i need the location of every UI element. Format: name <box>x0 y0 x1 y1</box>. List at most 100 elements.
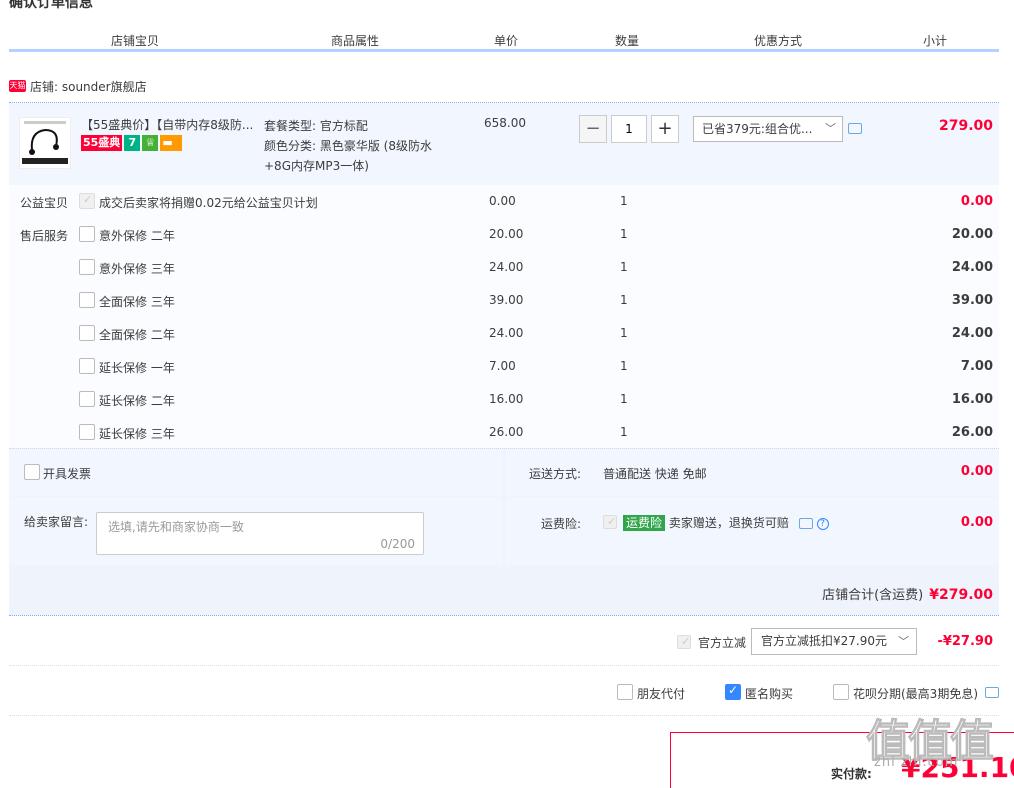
item-subtotal: 279.00 <box>938 118 993 134</box>
discount-label: 官方立减 <box>698 636 747 650</box>
note-placeholder: 选填,请先和商家协商一致 <box>108 520 244 534</box>
service-qty: 1 <box>620 425 628 439</box>
col-unit-price: 单价 <box>493 34 518 48</box>
service-name: 延长保修 一年 <box>99 361 175 375</box>
friend-pay-label: 朋友代付 <box>637 687 686 701</box>
service-price: 7.00 <box>489 359 516 373</box>
insurance-tag: 运费险 <box>623 515 666 531</box>
order-extras: 开具发票 运送方式: 普通配送 快递 免邮 0.00 给卖家留言: 选填,请先和… <box>9 448 999 616</box>
insurance-desc: 卖家赠送，退换货可赔 <box>668 516 789 530</box>
service-row: 意外保修 三年 24.00 1 24.00 <box>9 251 999 284</box>
column-header: 店铺宝贝 商品属性 单价 数量 优惠方式 小计 <box>9 30 999 52</box>
product-thumbnail[interactable] <box>19 117 71 169</box>
increase-button[interactable]: + <box>651 115 679 143</box>
invoice-checkbox[interactable] <box>24 464 40 480</box>
seven-day-return-icon: 7 <box>124 135 141 151</box>
order-box: 【55盛典价】【自带内存8级防... 55盛典 7 ♕ ▬ 套餐类型: 官方标配… <box>9 102 999 448</box>
service-checkbox[interactable] <box>79 325 95 341</box>
chat-icon[interactable] <box>848 123 862 134</box>
shipping-amount: 0.00 <box>960 464 993 479</box>
discount-row: 官方立减 官方立减抵扣¥27.90元 ﹀ -¥27.90 <box>9 618 999 666</box>
shop-total: 店铺合计(含运费) ¥279.00 <box>822 584 993 603</box>
service-label: 售后服务 <box>20 229 69 243</box>
service-qty: 1 <box>620 326 628 340</box>
quantity-stepper: − + <box>579 115 679 143</box>
watermark-url: zhi zhi.com <box>874 755 959 770</box>
service-checkbox[interactable] <box>79 391 95 407</box>
insurance-amount: 0.00 <box>960 515 993 530</box>
shipping-label: 运送方式: <box>529 467 582 481</box>
invoice-label: 开具发票 <box>43 467 92 481</box>
discount-select[interactable]: 官方立减抵扣¥27.90元 ﹀ <box>751 628 917 655</box>
service-checkbox[interactable] <box>79 358 95 374</box>
service-row: 全面保修 二年 24.00 1 24.00 <box>9 317 999 350</box>
item-unit-price: 658.00 <box>484 116 526 130</box>
service-subtotal: 26.00 <box>951 425 993 440</box>
service-row: 延长保修 二年 16.00 1 16.00 <box>9 383 999 416</box>
service-name: 成交后卖家将捐赠0.02元给公益宝贝计划 <box>99 196 318 210</box>
note-textarea[interactable]: 选填,请先和商家协商一致 0/200 <box>96 512 424 555</box>
service-subtotal: 24.00 <box>951 260 993 275</box>
service-price: 0.00 <box>489 194 516 208</box>
service-qty: 1 <box>620 260 628 274</box>
service-checkbox[interactable] <box>79 424 95 440</box>
friend-pay-checkbox[interactable] <box>617 684 633 700</box>
chat-icon[interactable] <box>985 687 999 698</box>
service-row: 全面保修 三年 39.00 1 39.00 <box>9 284 999 317</box>
attr-package: 套餐类型: 官方标配 <box>264 119 368 133</box>
service-qty: 1 <box>620 392 628 406</box>
service-subtotal: 0.00 <box>960 194 993 209</box>
service-row: 延长保修 一年 7.00 1 7.00 <box>9 350 999 383</box>
invoice-section: 开具发票 <box>9 449 503 496</box>
quantity-input[interactable] <box>611 115 647 143</box>
service-price: 39.00 <box>489 293 524 307</box>
huabei-checkbox[interactable] <box>833 684 849 700</box>
item-title[interactable]: 【55盛典价】【自带内存8级防... <box>81 116 261 133</box>
shipping-section: 运送方式: 普通配送 快递 免邮 0.00 <box>505 449 999 496</box>
shop-name[interactable]: 店铺: sounder旗舰店 <box>30 78 147 95</box>
chat-icon[interactable] <box>798 518 813 529</box>
anonymous-label: 匿名购买 <box>745 687 794 701</box>
discount-amount: -¥27.90 <box>937 634 993 649</box>
service-row: 售后服务 意外保修 二年 20.00 1 20.00 <box>9 218 999 251</box>
col-attrs: 商品属性 <box>330 34 379 48</box>
service-subtotal: 7.00 <box>960 359 993 374</box>
huabei-label: 花呗分期(最高3期免息) <box>853 687 978 701</box>
decrease-button[interactable]: − <box>579 115 607 143</box>
service-qty: 1 <box>620 227 628 241</box>
service-checkbox[interactable] <box>79 259 95 275</box>
service-label: 公益宝贝 <box>20 196 69 210</box>
headphone-image-icon <box>20 118 70 168</box>
promo-select[interactable]: 已省379元:组合优... ﹀ <box>693 116 843 142</box>
help-icon[interactable]: ? <box>816 517 829 530</box>
tmall-icon: 天猫 <box>9 80 26 92</box>
insurance-section: 运费险: 运费险 卖家赠送，退换货可赔 ? 0.00 <box>505 497 999 565</box>
item-badges: 55盛典 7 ♕ ▬ <box>81 135 183 151</box>
charity-checkbox <box>79 193 95 209</box>
insurance-content: 运费险 卖家赠送，退换货可赔 ? <box>623 514 829 531</box>
service-checkbox[interactable] <box>79 292 95 308</box>
service-name: 全面保修 二年 <box>99 328 175 342</box>
service-qty: 1 <box>620 194 628 208</box>
service-price: 26.00 <box>489 425 524 439</box>
service-price: 16.00 <box>489 392 524 406</box>
attr-color: 颜色分类: 黑色豪华版 (8级防水 <box>264 139 432 153</box>
service-qty: 1 <box>620 359 628 373</box>
service-name: 意外保修 二年 <box>99 229 175 243</box>
anonymous-checkbox[interactable] <box>725 683 741 700</box>
page-title: 确认订单信息 <box>9 0 93 11</box>
service-checkbox[interactable] <box>79 226 95 242</box>
service-name: 意外保修 三年 <box>99 262 175 276</box>
service-subtotal: 39.00 <box>951 293 993 308</box>
chevron-down-icon: ﹀ <box>825 122 836 135</box>
service-row: 公益宝贝 成交后卖家将捐赠0.02元给公益宝贝计划 0.00 1 0.00 <box>9 185 999 218</box>
service-price: 24.00 <box>489 326 524 340</box>
col-quantity: 数量 <box>614 34 639 48</box>
discount-select-value: 官方立减抵扣¥27.90元 <box>761 634 887 648</box>
insurance-label: 运费险: <box>541 517 582 531</box>
service-row: 延长保修 三年 26.00 1 26.00 <box>9 416 999 449</box>
credit-card-icon: ▬ <box>160 135 183 151</box>
promo-select-value: 已省379元:组合优... <box>702 122 813 136</box>
festival-badge: 55盛典 <box>81 135 123 151</box>
insurance-checkbox <box>603 515 617 529</box>
